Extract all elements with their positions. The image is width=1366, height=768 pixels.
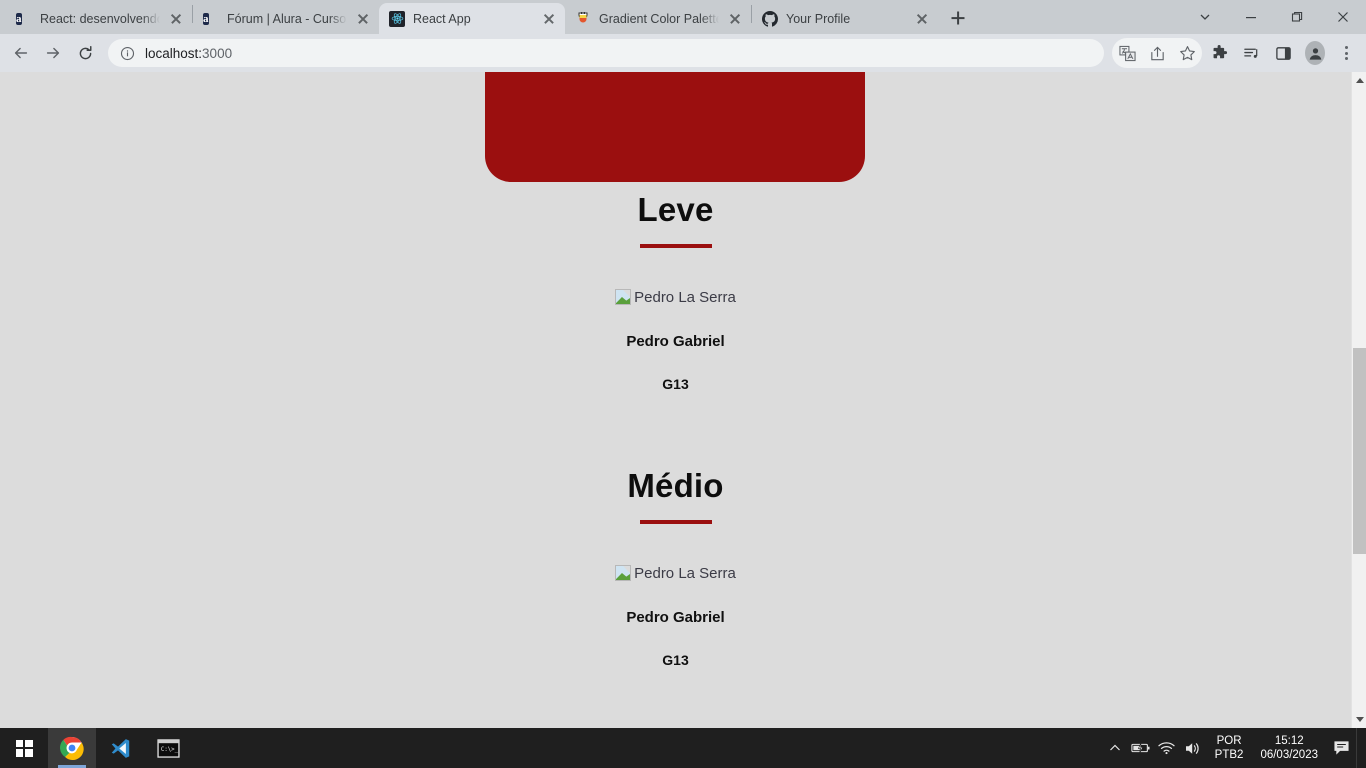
language-secondary: PTB2 [1215,748,1244,762]
browser-window: a React: desenvolvendo com Ja a Fórum | … [0,0,1366,728]
close-icon[interactable] [541,11,557,27]
star-icon[interactable] [1172,38,1202,68]
side-panel-icon[interactable] [1268,38,1298,68]
wifi-icon[interactable] [1154,728,1180,768]
broken-image-icon [615,565,631,581]
close-icon[interactable] [355,11,371,27]
clock[interactable]: 15:12 06/03/2023 [1252,734,1326,762]
close-icon[interactable] [727,11,743,27]
puzzle-icon[interactable] [1204,38,1234,68]
clock-time: 15:12 [1260,734,1318,748]
windows-taskbar: C:\>_ [0,728,1366,768]
vscode-icon[interactable] [96,728,144,768]
url-path: 3000 [202,46,232,61]
browser-tab-2-active[interactable]: React App [379,3,565,34]
chevron-up-icon[interactable] [1102,728,1128,768]
alura-icon: a [16,11,32,27]
scroll-down-arrow-icon[interactable] [1352,711,1366,728]
svg-text:C:\>_: C:\>_ [160,746,178,752]
avatar-icon[interactable] [1300,38,1330,68]
github-icon [762,11,778,27]
info-circle-icon[interactable] [120,46,135,61]
section-medio: Médio Pedro La Serra Pedro Gabriel G13 [0,468,1351,668]
volume-icon[interactable] [1180,728,1206,768]
section-underline [640,244,712,248]
browser-tab-3[interactable]: Gradient Color Palettes - Col [565,3,751,34]
toolbar-right-icons [1112,38,1360,68]
section-leve: Leve Pedro La Serra Pedro Gabriel G13 [0,192,1351,392]
notification-icon[interactable] [1326,728,1356,768]
tab-title: Gradient Color Palettes - Col [599,12,719,26]
athlete-name: Pedro Gabriel [0,609,1351,626]
broken-image-placeholder: Pedro La Serra [615,565,736,582]
language-primary: POR [1215,734,1244,748]
back-arrow-icon[interactable] [6,38,36,68]
section-underline [640,520,712,524]
windows-start-icon[interactable] [0,728,48,768]
terminal-icon[interactable]: C:\>_ [144,728,192,768]
system-tray: POR PTB2 15:12 06/03/2023 [1102,728,1366,768]
media-list-icon[interactable] [1236,38,1266,68]
minimize-button[interactable] [1228,0,1274,34]
athlete-code: G13 [0,652,1351,668]
url-host: localhost: [145,46,202,61]
tab-title: React App [413,12,533,26]
broken-image-icon [615,289,631,305]
close-icon[interactable] [168,11,184,27]
battery-charging-icon[interactable] [1128,728,1154,768]
hero-banner [485,72,865,182]
coolors-icon [575,11,591,27]
share-icon[interactable] [1142,38,1172,68]
browser-tab-1[interactable]: a Fórum | Alura - Cursos online [193,3,379,34]
web-page-content: Leve Pedro La Serra Pedro Gabriel G13 Mé… [0,72,1351,728]
window-controls [1182,0,1366,34]
chrome-icon[interactable] [48,728,96,768]
section-title: Médio [0,468,1351,504]
tab-title: Your Profile [786,12,906,26]
athlete-card: Pedro La Serra Pedro Gabriel G13 [0,564,1351,668]
alura-icon: a [203,11,219,27]
react-icon [389,11,405,27]
browser-tab-4[interactable]: Your Profile [752,3,938,34]
reload-icon[interactable] [70,38,100,68]
tab-strip: a React: desenvolvendo com Ja a Fórum | … [0,0,1366,34]
tab-search-button[interactable] [1182,0,1228,34]
scrollbar-thumb[interactable] [1353,348,1366,554]
translate-icon[interactable] [1112,38,1142,68]
language-indicator[interactable]: POR PTB2 [1206,734,1253,762]
broken-image-placeholder: Pedro La Serra [615,289,736,306]
show-desktop-button[interactable] [1356,728,1362,768]
section-title: Leve [0,192,1351,228]
close-window-button[interactable] [1320,0,1366,34]
scroll-up-arrow-icon[interactable] [1352,72,1366,89]
tab-title: React: desenvolvendo com Ja [40,12,160,26]
browser-toolbar: localhost:3000 [0,34,1366,72]
tab-title: Fórum | Alura - Cursos online [227,12,347,26]
url-text: localhost:3000 [145,46,232,61]
maximize-restore-button[interactable] [1274,0,1320,34]
three-dot-menu-icon[interactable] [1332,38,1360,68]
athlete-card: Pedro La Serra Pedro Gabriel G13 [0,288,1351,392]
browser-tab-0[interactable]: a React: desenvolvendo com Ja [6,3,192,34]
image-alt-text: Pedro La Serra [634,289,736,306]
page-scrollbar[interactable] [1351,72,1366,728]
image-alt-text: Pedro La Serra [634,565,736,582]
close-icon[interactable] [914,11,930,27]
page-viewport: Leve Pedro La Serra Pedro Gabriel G13 Mé… [0,72,1366,728]
address-bar[interactable]: localhost:3000 [108,39,1104,67]
athlete-name: Pedro Gabriel [0,333,1351,350]
athlete-code: G13 [0,376,1351,392]
new-tab-button[interactable] [944,4,972,32]
forward-arrow-icon[interactable] [38,38,68,68]
clock-date: 06/03/2023 [1260,748,1318,762]
